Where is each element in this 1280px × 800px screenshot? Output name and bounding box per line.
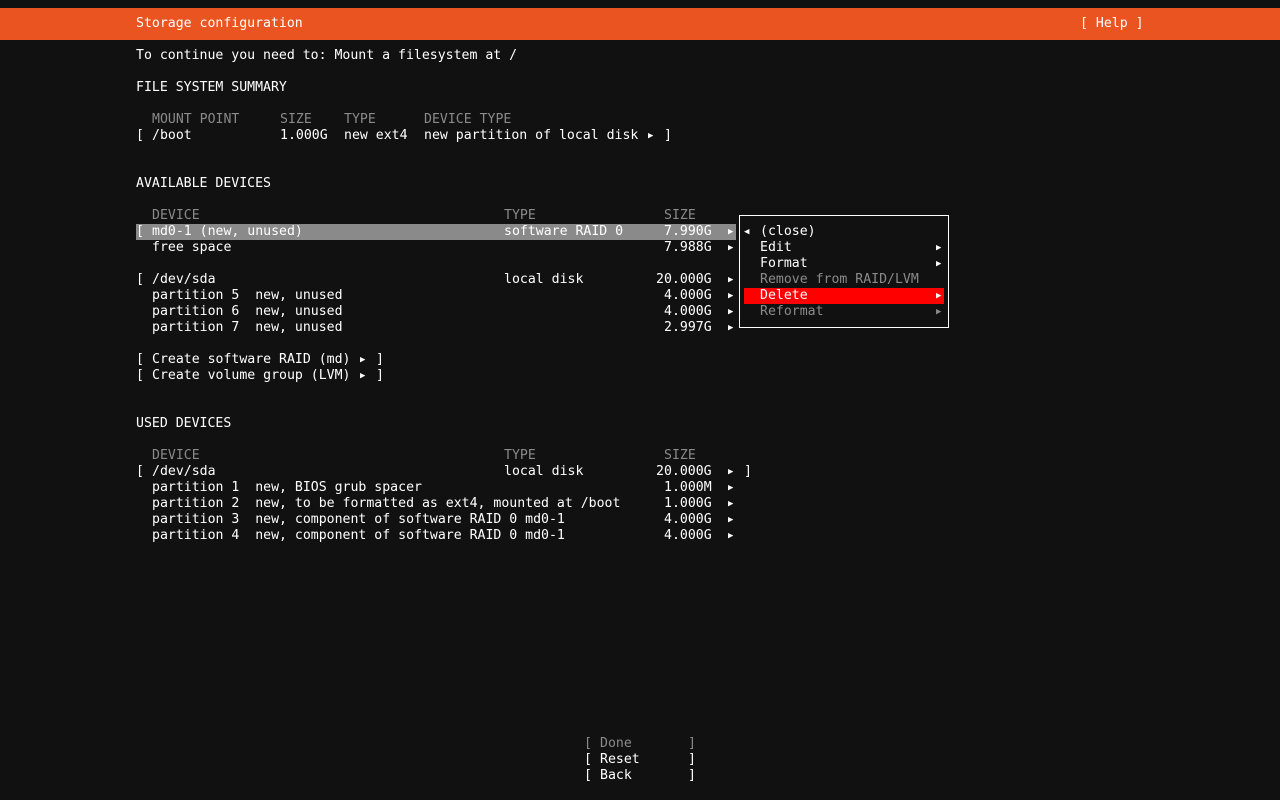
device-name: partition 7 new, unused (152, 320, 343, 335)
row-open-bracket: [ (136, 464, 144, 479)
row-open-bracket: [ (136, 224, 144, 239)
fs-row-mount: /boot (152, 128, 192, 143)
chevron-right-icon: ▶ (728, 291, 734, 301)
device-size: 20.000G (656, 464, 712, 479)
header-bar: Storage configuration [ Help ] (0, 8, 1280, 40)
device-type: local disk (504, 464, 584, 479)
device-type: software RAID 0 (504, 224, 624, 239)
used-devices-heading: USED DEVICES (136, 416, 232, 431)
fs-row-size: 1.000G (280, 128, 328, 143)
menu-item-label: Remove from RAID/LVM (760, 272, 919, 287)
device-size: 1.000M (664, 480, 712, 495)
chevron-right-icon: ▶ (728, 483, 734, 493)
device-type: local disk (504, 272, 584, 287)
row-open-bracket: [ (136, 352, 144, 367)
chevron-right-icon: ▶ (728, 243, 734, 253)
device-size: 4.000G (664, 512, 712, 527)
create-raid-label: Create software RAID (md) (152, 352, 351, 367)
used-col-size: SIZE (664, 448, 696, 463)
device-name: partition 1 new, BIOS grub spacer (152, 480, 422, 495)
menu-item-label: Reformat (760, 304, 824, 319)
reset-label: Reset (600, 752, 640, 767)
device-name: partition 4 new, component of software R… (152, 528, 565, 543)
row-open-bracket: [ (136, 368, 144, 383)
device-name: md0-1 (new, unused) (152, 224, 303, 239)
chevron-left-icon: ◀ (744, 227, 750, 237)
menu-item-label: Delete (760, 288, 808, 303)
menu-item-label: (close) (760, 224, 816, 239)
chevron-right-icon: ▶ (936, 243, 942, 253)
row-open-bracket: [ (584, 768, 592, 783)
fs-col-size: SIZE (280, 112, 312, 127)
row-open-bracket: [ (584, 752, 592, 767)
device-name: /dev/sda (152, 464, 216, 479)
chevron-right-icon: ▶ (360, 355, 366, 365)
chevron-right-icon: ▶ (728, 323, 734, 333)
fs-col-mount-point: MOUNT POINT (152, 112, 240, 127)
create-lvm-label: Create volume group (LVM) (152, 368, 351, 383)
avail-col-size: SIZE (664, 208, 696, 223)
row-open-bracket: [ (136, 272, 144, 287)
device-name: partition 5 new, unused (152, 288, 343, 303)
device-size: 4.000G (664, 528, 712, 543)
row-close-bracket: ] (376, 368, 384, 383)
chevron-right-icon: ▶ (728, 275, 734, 285)
page-title: Storage configuration (136, 16, 303, 31)
chevron-right-icon: ▶ (648, 131, 654, 141)
avail-col-type: TYPE (504, 208, 536, 223)
done-label: Done (600, 736, 632, 751)
row-close-bracket: ] (664, 128, 672, 143)
row-open-bracket: [ (136, 128, 144, 143)
used-col-device: DEVICE (152, 448, 200, 463)
chevron-right-icon: ▶ (936, 307, 942, 317)
device-size: 2.997G (664, 320, 712, 335)
chevron-right-icon: ▶ (728, 531, 734, 541)
device-size: 1.000G (664, 496, 712, 511)
chevron-right-icon: ▶ (936, 259, 942, 269)
row-open-bracket: [ (584, 736, 592, 751)
fs-row-type: new ext4 (344, 128, 408, 143)
instruction-text: To continue you need to: Mount a filesys… (136, 48, 518, 63)
device-name: partition 6 new, unused (152, 304, 343, 319)
back-label: Back (600, 768, 632, 783)
used-col-type: TYPE (504, 448, 536, 463)
device-name: partition 3 new, component of software R… (152, 512, 565, 527)
device-size: 20.000G (656, 272, 712, 287)
device-size: 4.000G (664, 288, 712, 303)
chevron-right-icon: ▶ (936, 291, 942, 301)
menu-item-label: Edit (760, 240, 792, 255)
fs-col-device-type: DEVICE TYPE (424, 112, 512, 127)
help-button[interactable]: [ Help ] (1080, 16, 1144, 32)
chevron-right-icon: ▶ (728, 499, 734, 509)
row-close-bracket: ] (376, 352, 384, 367)
device-size: 7.990G (664, 224, 712, 239)
menu-item-label: Format (760, 256, 808, 271)
device-size: 7.988G (664, 240, 712, 255)
row-close-bracket: ] (688, 752, 696, 767)
device-name: /dev/sda (152, 272, 216, 287)
chevron-right-icon: ▶ (360, 371, 366, 381)
chevron-right-icon: ▶ (728, 515, 734, 525)
fs-summary-heading: FILE SYSTEM SUMMARY (136, 80, 287, 95)
avail-col-device: DEVICE (152, 208, 200, 223)
fs-col-type: TYPE (344, 112, 376, 127)
fs-row-device-type: new partition of local disk (424, 128, 639, 143)
row-close-bracket: ] (688, 736, 696, 751)
available-devices-heading: AVAILABLE DEVICES (136, 176, 271, 191)
device-name: partition 2 new, to be formatted as ext4… (152, 496, 621, 511)
chevron-right-icon: ▶ (728, 307, 734, 317)
row-close-bracket: ] (744, 464, 752, 479)
device-size: 4.000G (664, 304, 712, 319)
chevron-right-icon: ▶ (728, 467, 734, 477)
device-name: free space (152, 240, 232, 255)
chevron-right-icon: ▶ (728, 227, 734, 237)
row-close-bracket: ] (688, 768, 696, 783)
